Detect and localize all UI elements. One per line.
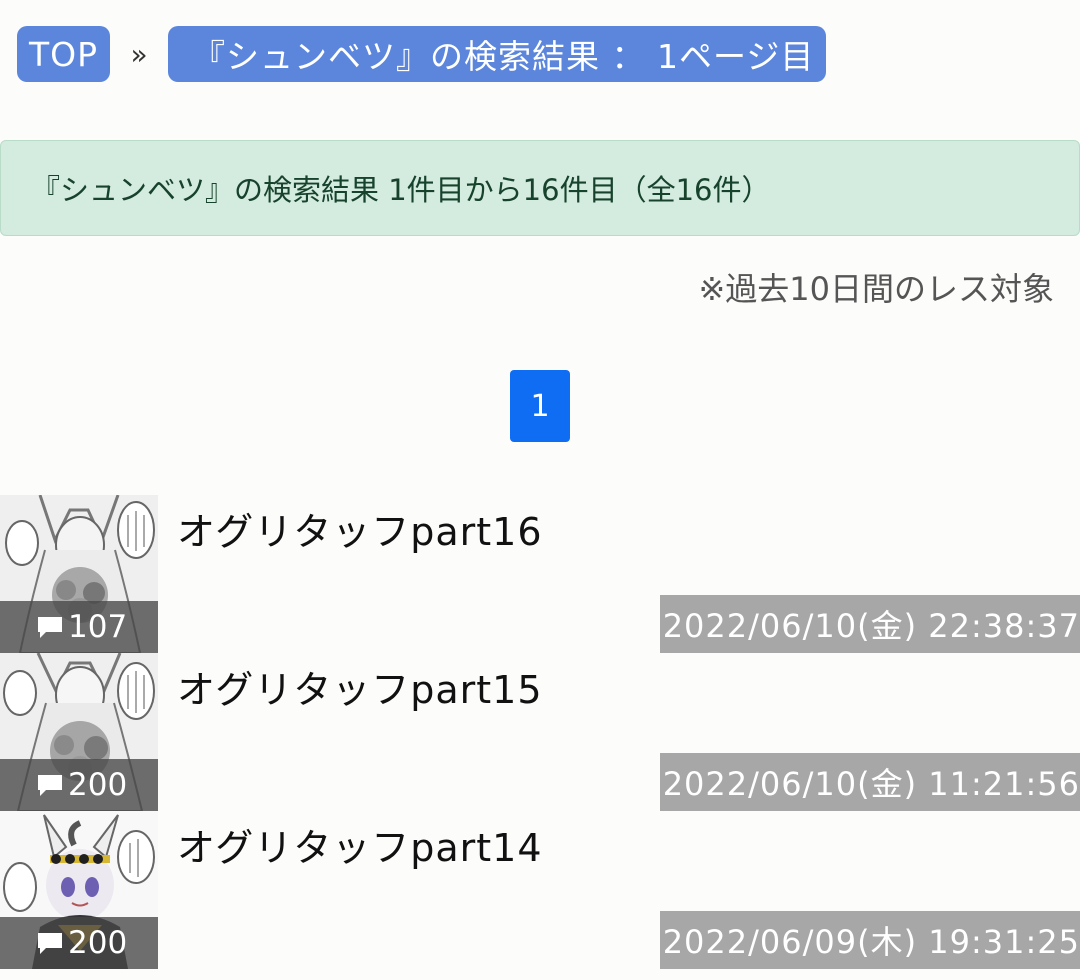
breadcrumb-current-page: 『シュンベツ』の検索結果 ： 1ページ目: [168, 26, 827, 82]
thread-thumbnail[interactable]: 200: [0, 653, 158, 811]
search-result-summary-text: 『シュンベツ』の検索結果 1件目から16件目（全16件）: [31, 173, 771, 207]
search-result-summary: 『シュンベツ』の検索結果 1件目から16件目（全16件）: [0, 140, 1080, 236]
breadcrumb-separator: »: [130, 37, 148, 71]
reply-count-value: 200: [68, 767, 128, 803]
thread-date: 2022/06/10(金) 22:38:37: [659, 595, 1080, 653]
search-scope-note: ※過去10日間のレス対象: [698, 270, 1054, 308]
pagination-page-1[interactable]: 1: [510, 370, 570, 442]
thread-thumbnail[interactable]: 107: [0, 495, 158, 653]
breadcrumb: TOP » 『シュンベツ』の検索結果 ： 1ページ目: [17, 26, 827, 82]
thread-title-link[interactable]: オグリタッフpart14: [177, 817, 543, 872]
thread-item[interactable]: 107 オグリタッフpart16 2022/06/10(金) 22:38:37: [0, 495, 1080, 653]
reply-count: 107: [0, 601, 158, 653]
reply-count-value: 107: [68, 609, 128, 645]
reply-count-value: 200: [68, 925, 128, 961]
comment-bubble-icon: [36, 930, 64, 956]
breadcrumb-top-link[interactable]: TOP: [17, 26, 111, 82]
thread-date: 2022/06/09(木) 19:31:25: [659, 911, 1080, 969]
thread-item[interactable]: 200 オグリタッフpart14 2022/06/09(木) 19:31:25: [0, 811, 1080, 969]
comment-bubble-icon: [36, 614, 64, 640]
thread-item[interactable]: 200 オグリタッフpart15 2022/06/10(金) 11:21:56: [0, 653, 1080, 811]
thread-date: 2022/06/10(金) 11:21:56: [659, 753, 1080, 811]
reply-count: 200: [0, 759, 158, 811]
thread-thumbnail[interactable]: 200: [0, 811, 158, 969]
reply-count: 200: [0, 917, 158, 969]
thread-title-link[interactable]: オグリタッフpart15: [177, 659, 543, 714]
comment-bubble-icon: [36, 772, 64, 798]
thread-title-link[interactable]: オグリタッフpart16: [177, 501, 543, 556]
